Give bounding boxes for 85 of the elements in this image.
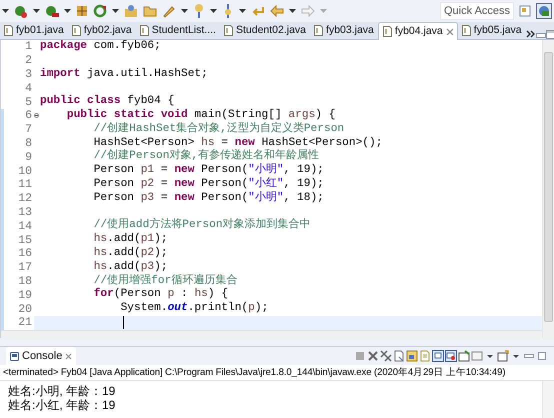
line-number: 20 bbox=[18, 302, 32, 316]
line-number: 5 bbox=[25, 96, 32, 109]
line-number: 18 bbox=[18, 274, 32, 288]
close-icon[interactable] bbox=[65, 352, 72, 360]
console-tab[interactable]: Console bbox=[6, 347, 76, 365]
code-line: hs.add(p2); bbox=[92, 246, 168, 260]
line-number: 15 bbox=[18, 234, 32, 247]
caret-icon[interactable] bbox=[64, 9, 71, 13]
line-number: 14 bbox=[18, 220, 32, 233]
java-file-icon bbox=[72, 25, 81, 36]
code-line: Person p3 = new Person("小明", 18); bbox=[92, 192, 324, 206]
code-line: package com.fyb06; bbox=[39, 40, 161, 54]
code-line: public static void main(String[] args) { bbox=[66, 108, 336, 122]
close-icon[interactable] bbox=[367, 350, 379, 362]
code-line: public class fyb04 { bbox=[39, 95, 174, 108]
caret-icon[interactable] bbox=[210, 9, 217, 13]
editor-tab[interactable]: fyb02.java bbox=[68, 22, 136, 39]
code-line: HashSet<Person> hs = new HashSet<Person>(); bbox=[92, 136, 382, 149]
maximize-icon[interactable] bbox=[546, 30, 554, 39]
line-number: 17 bbox=[18, 261, 32, 274]
code-line: for(Person p : hs) { bbox=[92, 288, 228, 302]
code-line: System.out.println(p); bbox=[120, 302, 268, 316]
line-number: 1 bbox=[25, 40, 32, 54]
code-line: import java.util.HashSet; bbox=[39, 68, 208, 82]
back-arrow-icon[interactable] bbox=[270, 5, 284, 17]
line-number: 13 bbox=[18, 206, 32, 219]
folder-icon[interactable] bbox=[143, 5, 157, 17]
run-icon[interactable] bbox=[45, 4, 59, 18]
line-number: 11 bbox=[18, 178, 32, 192]
caret-icon[interactable] bbox=[2, 9, 9, 13]
line-number: 16 bbox=[18, 247, 32, 260]
code-line: Person p1 = new Person("小明", 19); bbox=[92, 164, 324, 177]
line-number: 4 bbox=[25, 82, 32, 95]
horizontal-scrollbar[interactable] bbox=[1, 330, 542, 338]
editor-tab[interactable]: fyb01.java bbox=[0, 22, 68, 39]
quick-access-field[interactable]: Quick Access bbox=[440, 2, 514, 20]
editor-tab[interactable]: fyb04.java bbox=[378, 22, 458, 40]
java-file-icon bbox=[4, 25, 13, 36]
maximize-icon[interactable] bbox=[536, 350, 548, 362]
line-number: 21 bbox=[18, 316, 32, 330]
package-icon[interactable] bbox=[124, 4, 138, 18]
overflow-chevron-icon[interactable] bbox=[526, 29, 536, 39]
line-number: 9 bbox=[25, 150, 32, 164]
refresh-icon[interactable] bbox=[93, 4, 107, 18]
bug-icon[interactable] bbox=[14, 4, 28, 18]
console-output: 姓名:小明, 年龄：19 bbox=[8, 384, 116, 398]
code-line: hs.add(p3); bbox=[92, 260, 168, 274]
console-icon bbox=[10, 352, 19, 360]
code-line: //创建Person对象,有参传递姓名和年龄属性 bbox=[92, 150, 320, 163]
vertical-scrollbar[interactable] bbox=[542, 40, 554, 338]
console-output: 姓名:小红, 年龄：19 bbox=[8, 398, 116, 412]
editor-tab[interactable]: fyb03.java bbox=[310, 22, 378, 39]
line-number: 3 bbox=[25, 68, 32, 81]
line-number: 8 bbox=[25, 136, 32, 150]
caret-icon[interactable] bbox=[33, 9, 40, 13]
java-file-icon bbox=[462, 25, 471, 36]
close-icon[interactable] bbox=[446, 28, 453, 35]
caret-icon[interactable] bbox=[239, 9, 246, 13]
java-file-icon bbox=[382, 26, 392, 37]
line-number: 2 bbox=[25, 54, 32, 68]
line-number: 6 bbox=[25, 109, 32, 122]
fold-toggle-icon[interactable] bbox=[34, 113, 39, 118]
line-number: 12 bbox=[18, 192, 32, 206]
caret-icon[interactable] bbox=[289, 9, 296, 13]
code-line: Person p2 = new Person("小红", 19); bbox=[92, 178, 324, 191]
text-cursor bbox=[123, 316, 124, 330]
line-number: 7 bbox=[25, 123, 32, 136]
editor-tab[interactable]: StudentList.... bbox=[136, 22, 220, 39]
line-number: 19 bbox=[18, 288, 32, 302]
caret-icon[interactable] bbox=[181, 9, 188, 13]
java-perspective-icon[interactable] bbox=[536, 3, 552, 19]
caret-icon[interactable] bbox=[112, 9, 119, 13]
double-close-icon[interactable] bbox=[380, 350, 392, 362]
vertical-scrollbar[interactable] bbox=[542, 381, 554, 418]
java-file-icon bbox=[224, 25, 233, 36]
line-number: 10 bbox=[18, 164, 32, 178]
scrollbar-thumb[interactable] bbox=[544, 52, 553, 322]
code-line: //使用增强for循环遍历集合 bbox=[92, 274, 238, 288]
code-line: hs.add(p1); bbox=[92, 233, 168, 246]
java-file-icon bbox=[314, 25, 324, 36]
editor-tab[interactable]: Student02.java bbox=[220, 22, 310, 39]
code-line: //创建HashSet集合对象,泛型为自定义类Person bbox=[92, 122, 344, 136]
java-file-icon bbox=[140, 25, 149, 36]
code-line: //使用add方法将Person对象添加到集合中 bbox=[92, 219, 311, 232]
editor-tab[interactable]: fyb05.java bbox=[458, 22, 526, 39]
